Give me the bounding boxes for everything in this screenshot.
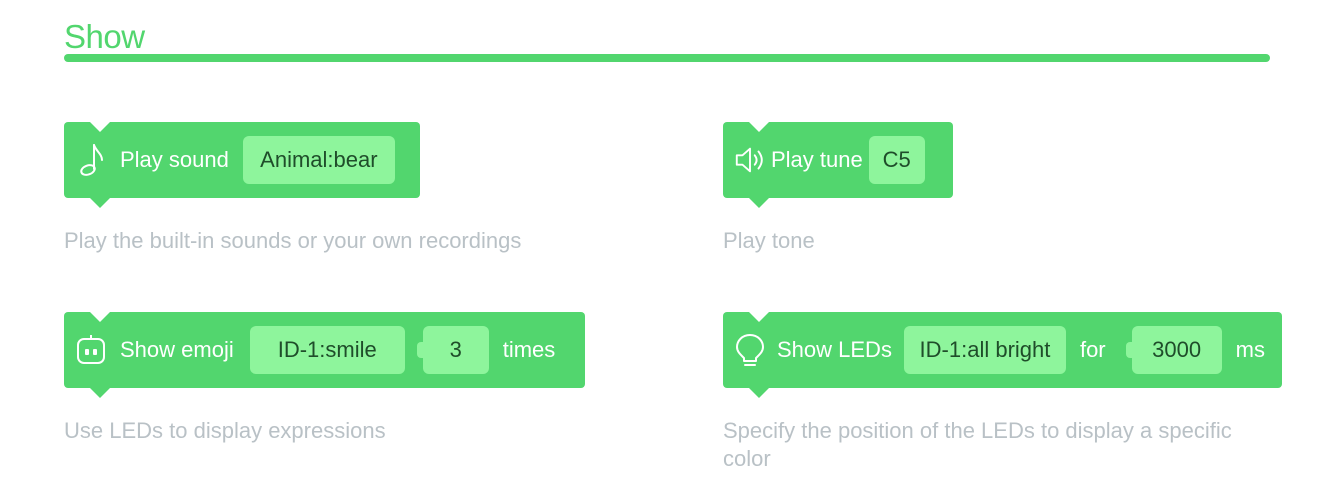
section-title: Show [64,18,145,55]
speaker-icon [733,143,767,177]
sound-select[interactable]: Animal:bear [242,136,395,184]
music-note-icon [74,143,108,177]
block-label: Play tune [771,147,863,172]
play-sound-block[interactable]: Play sound Animal:bear [64,122,420,208]
tune-select[interactable]: C5 [868,136,925,184]
block-description: Use LEDs to display expressions [64,418,386,443]
block-description: Play the built-in sounds or your own rec… [64,228,522,253]
duration-input[interactable]: 3000 [1125,326,1222,374]
block-label: Show LEDs [777,337,892,362]
block-suffix: times [502,337,556,362]
block-label: Show emoji [120,337,234,362]
block-connector: for [1079,337,1106,362]
section-title-underline [64,54,1270,62]
show-emoji-block[interactable]: Show emoji ID-1:smile 3 times [64,312,585,398]
show-leds-block[interactable]: Show LEDs ID-1:all bright for 3000 ms [723,312,1282,398]
play-tune-block[interactable]: Play tune C5 [723,122,953,208]
block-label: Play sound [120,147,229,172]
block-unit: ms [1235,337,1265,362]
light-bulb-icon [733,333,767,367]
led-pattern-select[interactable]: ID-1:all bright [903,326,1066,374]
block-description: Specify the position of the LEDs to disp… [723,418,1232,471]
emoji-select[interactable]: ID-1:smile [249,326,405,374]
robot-face-icon [74,333,108,367]
repeat-count-input[interactable]: 3 [416,326,489,374]
block-description: Play tone [723,228,815,253]
